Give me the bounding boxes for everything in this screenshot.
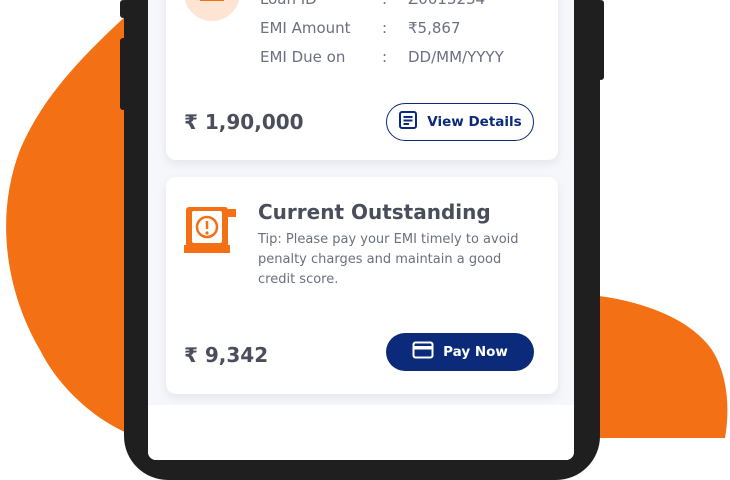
row-separator: : xyxy=(382,19,388,37)
loan-icon xyxy=(184,0,240,21)
outstanding-title: Current Outstanding xyxy=(258,200,491,224)
phone-side-button xyxy=(598,0,604,80)
view-details-label: View Details xyxy=(427,114,522,130)
row-separator: : xyxy=(382,48,388,66)
emi-due-value: DD/MM/YYYY xyxy=(408,48,504,66)
phone-side-button xyxy=(120,0,126,18)
emi-due-label: EMI Due on xyxy=(260,48,346,66)
loan-amount: ₹ 1,90,000 xyxy=(184,110,304,134)
loan-id-label: Loan ID xyxy=(260,0,317,8)
row-separator: : xyxy=(382,0,387,8)
card-icon xyxy=(412,341,434,363)
outstanding-amount: ₹ 9,342 xyxy=(184,343,269,367)
emi-amount-row: EMI Amount : ₹5,867 xyxy=(260,19,461,37)
emi-due-row: EMI Due on : DD/MM/YYYY xyxy=(260,48,504,66)
emi-amount-label: EMI Amount xyxy=(260,19,351,37)
right-orange-blob xyxy=(590,295,728,438)
pay-now-button[interactable]: Pay Now xyxy=(386,333,534,371)
alert-receipt-icon xyxy=(180,203,240,263)
phone-side-button xyxy=(120,38,126,110)
pay-now-label: Pay Now xyxy=(443,344,508,360)
view-details-button[interactable]: View Details xyxy=(386,103,534,141)
current-outstanding-card: Current Outstanding Tip: Please pay your… xyxy=(166,177,558,394)
document-icon xyxy=(398,110,418,134)
loan-id-row: Loan ID : Z0013234 xyxy=(260,0,485,8)
phone-screen: Loan ID : Z0013234 EMI Amount : ₹5,867 E… xyxy=(148,0,574,460)
loan-id-value: Z0013234 xyxy=(408,0,485,8)
payment-tip: Tip: Please pay your EMI timely to avoid… xyxy=(258,232,519,287)
screen-bottom-area xyxy=(148,405,574,460)
emi-amount-value: ₹5,867 xyxy=(408,19,461,37)
loan-summary-card: Loan ID : Z0013234 EMI Amount : ₹5,867 E… xyxy=(166,0,558,160)
